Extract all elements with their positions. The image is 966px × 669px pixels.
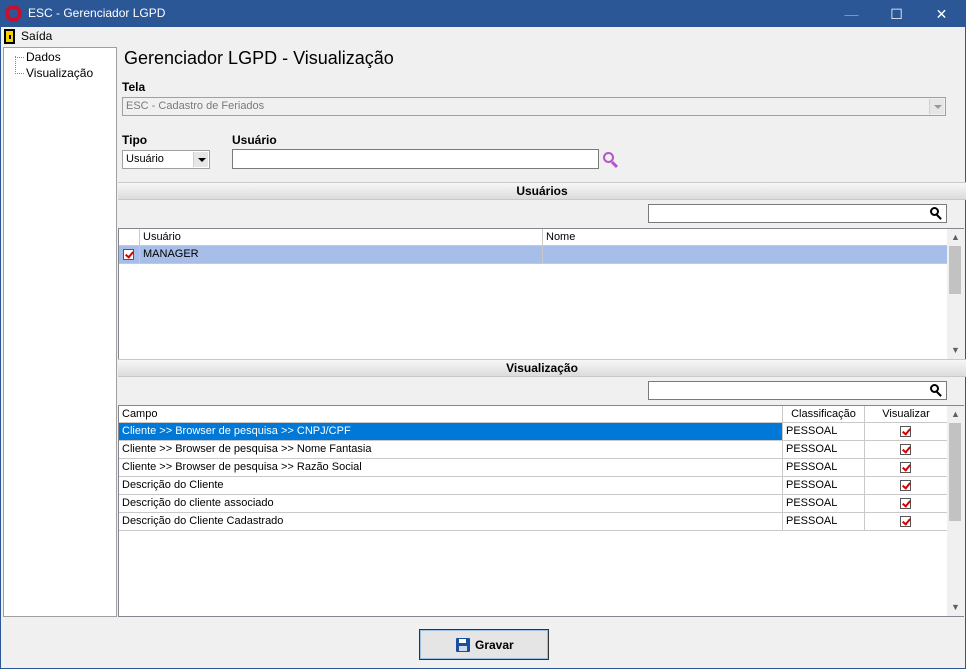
tela-select[interactable]: ESC - Cadastro de Feriados <box>122 97 946 116</box>
floppy-disk-icon <box>456 638 470 652</box>
tree-item-dados[interactable]: Dados <box>26 50 61 64</box>
table-row[interactable]: Cliente >> Browser de pesquisa >> CNPJ/C… <box>119 423 947 441</box>
cell-classificacao: PESSOAL <box>783 495 865 512</box>
column-header-campo[interactable]: Campo <box>119 406 783 423</box>
tree-connector <box>15 57 24 58</box>
cell-classificacao: PESSOAL <box>783 477 865 494</box>
cell-classificacao: PESSOAL <box>783 459 865 476</box>
visualizar-checkbox[interactable] <box>900 444 911 455</box>
minimize-button[interactable]: — <box>829 1 874 27</box>
visualizacao-section-header: Visualização <box>118 359 966 377</box>
tela-select-value: ESC - Cadastro de Feriados <box>126 100 265 112</box>
cell-visualizar <box>865 459 947 476</box>
gravar-button[interactable]: Gravar <box>419 629 549 660</box>
tipo-select[interactable]: Usuário <box>122 150 210 169</box>
table-row[interactable]: Descrição do cliente associado PESSOAL <box>119 495 947 513</box>
visualizacao-search-input[interactable] <box>648 381 947 400</box>
table-row[interactable]: Cliente >> Browser de pesquisa >> Razão … <box>119 459 947 477</box>
tree-connector <box>15 73 24 74</box>
usuarios-search-input[interactable] <box>648 204 947 223</box>
cell-campo: Descrição do Cliente <box>119 477 783 494</box>
scroll-down-icon[interactable]: ▼ <box>947 599 964 616</box>
close-button[interactable]: ✕ <box>919 1 964 27</box>
scroll-up-icon[interactable]: ▲ <box>947 406 964 423</box>
row-checkbox[interactable] <box>123 249 134 260</box>
cell-campo: Cliente >> Browser de pesquisa >> Nome F… <box>119 441 783 458</box>
exit-door-icon <box>4 29 15 44</box>
tree-item-visualizacao[interactable]: Visualização <box>26 66 93 80</box>
column-header-check <box>119 229 140 246</box>
page-title: Gerenciador LGPD - Visualização <box>124 48 394 68</box>
visualizar-checkbox[interactable] <box>900 462 911 473</box>
cell-visualizar <box>865 441 947 458</box>
visualizar-checkbox[interactable] <box>900 426 911 437</box>
chevron-down-icon[interactable] <box>929 99 944 114</box>
cell-campo: Cliente >> Browser de pesquisa >> CNPJ/C… <box>119 423 783 440</box>
maximize-button[interactable]: ☐ <box>874 1 919 27</box>
cell-classificacao: PESSOAL <box>783 441 865 458</box>
search-icon[interactable] <box>930 207 942 220</box>
column-header-nome[interactable]: Nome <box>543 229 947 246</box>
usuario-input[interactable] <box>232 149 599 169</box>
tela-label: Tela <box>122 80 146 94</box>
cell-campo: Descrição do Cliente Cadastrado <box>119 513 783 530</box>
cell-usuario: MANAGER <box>140 246 543 263</box>
app-logo-icon <box>5 5 22 22</box>
title-bar: ESC - Gerenciador LGPD — ☐ ✕ <box>1 1 965 27</box>
menu-item-saida-label: Saída <box>21 29 53 43</box>
gravar-button-label: Gravar <box>475 638 514 652</box>
scroll-down-icon[interactable]: ▼ <box>947 342 964 359</box>
app-window: ESC - Gerenciador LGPD — ☐ ✕ Saída Dados… <box>0 0 966 669</box>
scroll-up-icon[interactable]: ▲ <box>947 229 964 246</box>
vertical-scrollbar[interactable]: ▲ ▼ <box>947 406 964 616</box>
cell-visualizar <box>865 513 947 530</box>
scroll-thumb[interactable] <box>949 423 961 521</box>
tree-connector <box>15 56 16 74</box>
column-header-usuario[interactable]: Usuário <box>140 229 543 246</box>
column-header-classificacao[interactable]: Classificação <box>783 406 865 423</box>
usuarios-grid-header: Usuário Nome <box>119 229 947 246</box>
visualizar-checkbox[interactable] <box>900 516 911 527</box>
table-row[interactable]: Cliente >> Browser de pesquisa >> Nome F… <box>119 441 947 459</box>
visualizacao-grid: Campo Classificação Visualizar Cliente >… <box>118 405 964 617</box>
search-icon[interactable] <box>930 384 942 397</box>
usuarios-section-header: Usuários <box>118 182 966 200</box>
chevron-down-icon[interactable] <box>193 152 208 167</box>
cell-campo: Cliente >> Browser de pesquisa >> Razão … <box>119 459 783 476</box>
tipo-select-value: Usuário <box>126 153 164 165</box>
table-row[interactable]: MANAGER <box>119 246 947 264</box>
vertical-scrollbar[interactable]: ▲ ▼ <box>947 229 964 359</box>
cell-visualizar <box>865 423 947 440</box>
row-checkbox-cell <box>119 246 140 263</box>
navigation-tree: Dados Visualização <box>3 47 117 617</box>
cell-visualizar <box>865 495 947 512</box>
table-row[interactable]: Descrição do Cliente PESSOAL <box>119 477 947 495</box>
visualizacao-grid-header: Campo Classificação Visualizar <box>119 406 947 423</box>
scroll-thumb[interactable] <box>949 246 961 294</box>
visualizar-checkbox[interactable] <box>900 480 911 491</box>
usuario-label: Usuário <box>232 133 277 147</box>
cell-visualizar <box>865 477 947 494</box>
table-row[interactable]: Descrição do Cliente Cadastrado PESSOAL <box>119 513 947 531</box>
column-header-visualizar[interactable]: Visualizar <box>865 406 947 423</box>
tipo-label: Tipo <box>122 133 148 147</box>
visualizar-checkbox[interactable] <box>900 498 911 509</box>
menu-bar: Saída <box>1 27 965 47</box>
cell-classificacao: PESSOAL <box>783 513 865 530</box>
cell-classificacao: PESSOAL <box>783 423 865 440</box>
cell-campo: Descrição do cliente associado <box>119 495 783 512</box>
search-icon[interactable] <box>602 151 620 169</box>
usuarios-grid: Usuário Nome MANAGER ▲ ▼ <box>118 228 964 360</box>
window-title: ESC - Gerenciador LGPD <box>28 6 166 20</box>
cell-nome <box>543 246 947 263</box>
